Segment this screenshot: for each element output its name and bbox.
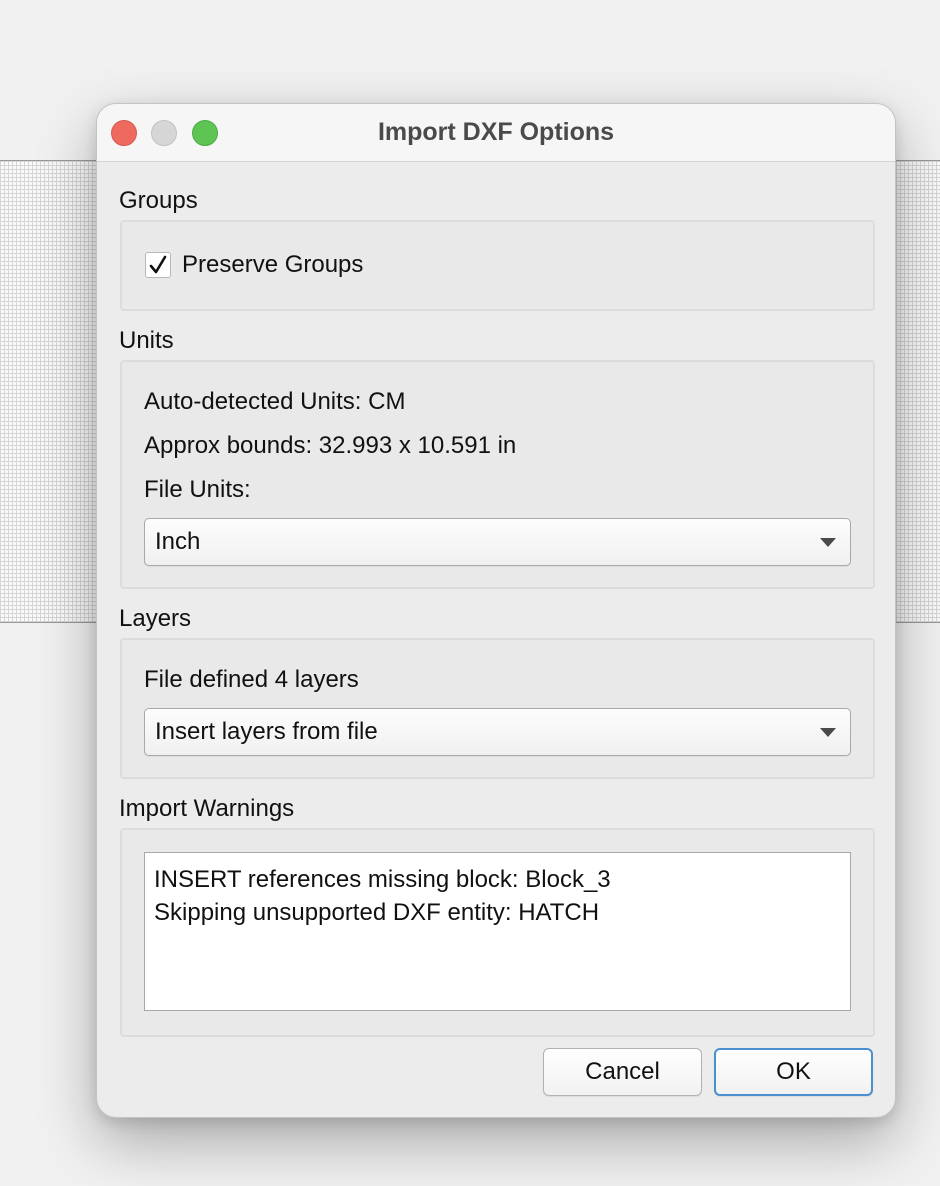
cancel-button[interactable]: Cancel [543, 1048, 702, 1096]
file-units-dropdown[interactable]: Inch [144, 518, 851, 566]
file-units-selected-value: Inch [155, 528, 201, 555]
units-groupbox: Auto-detected Units: CM Approx bounds: 3… [120, 360, 875, 589]
chevron-down-icon [820, 538, 836, 547]
preserve-groups-label[interactable]: Preserve Groups [182, 251, 363, 279]
auto-detected-units-text: Auto-detected Units: CM [144, 388, 406, 415]
screen: Import DXF Options Groups Preserve Group… [0, 0, 940, 1186]
layers-mode-dropdown[interactable]: Insert layers from file [144, 708, 851, 756]
import-warnings-section-label: Import Warnings [119, 795, 295, 822]
import-warnings-textarea[interactable]: INSERT references missing block: Block_3… [144, 852, 851, 1011]
groups-groupbox: Preserve Groups [120, 220, 875, 311]
approx-bounds-text: Approx bounds: 32.993 x 10.591 in [144, 432, 517, 459]
chevron-down-icon [820, 728, 836, 737]
warning-line: Skipping unsupported DXF entity: HATCH [154, 899, 600, 926]
layers-count-text: File defined 4 layers [144, 666, 359, 693]
warning-line: INSERT references missing block: Block_3 [154, 866, 611, 893]
units-section-label: Units [119, 327, 174, 354]
checkmark-icon [149, 255, 167, 274]
file-units-label: File Units: [144, 476, 251, 503]
layers-section-label: Layers [119, 605, 192, 632]
ok-button[interactable]: OK [714, 1048, 873, 1096]
groups-section-label: Groups [119, 187, 198, 214]
import-warnings-groupbox: INSERT references missing block: Block_3… [120, 828, 875, 1037]
import-dxf-options-dialog: Import DXF Options Groups Preserve Group… [96, 103, 896, 1118]
preserve-groups-checkbox[interactable] [145, 252, 171, 278]
title-bar[interactable]: Import DXF Options [97, 104, 895, 162]
layers-groupbox: File defined 4 layers Insert layers from… [120, 638, 875, 779]
window-title: Import DXF Options [377, 118, 615, 146]
layers-mode-selected-value: Insert layers from file [155, 718, 378, 745]
